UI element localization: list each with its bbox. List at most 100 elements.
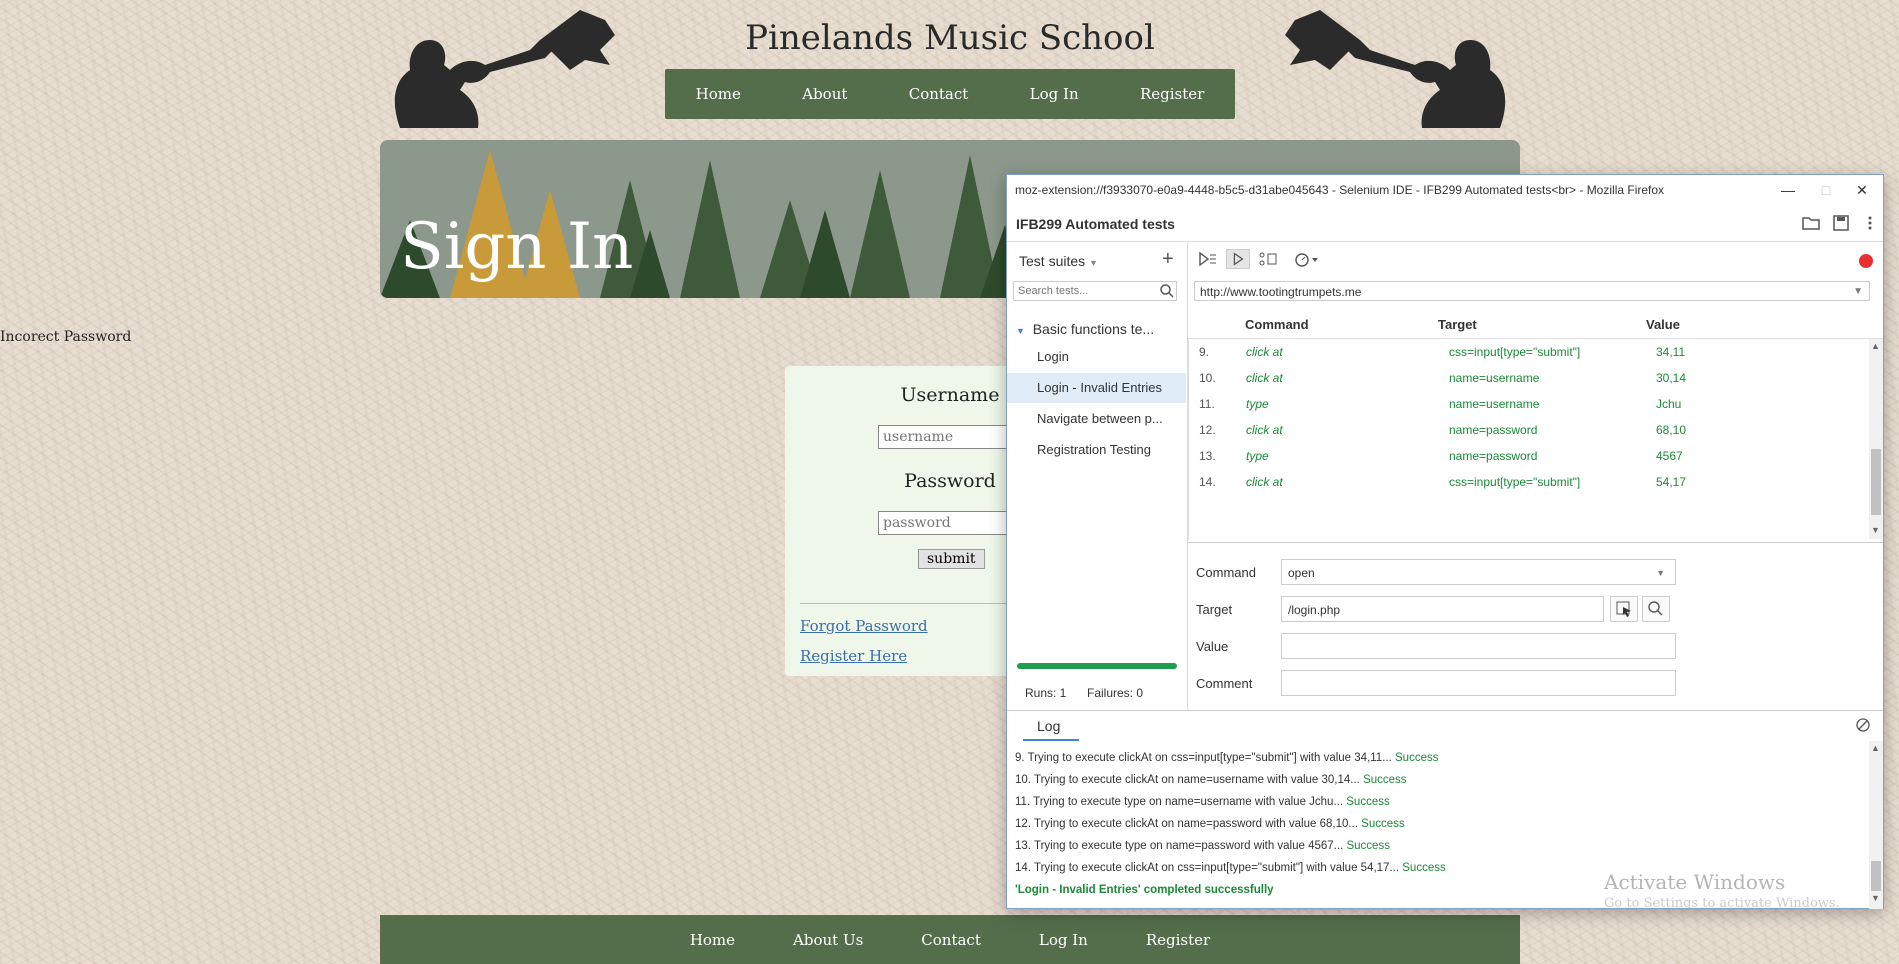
nav-home[interactable]: Home (696, 85, 741, 103)
command-row[interactable]: 11. type name=username Jchu (1189, 391, 1869, 417)
close-button[interactable]: ✕ (1847, 179, 1877, 201)
command-row[interactable]: 13. type name=password 4567 (1189, 443, 1869, 469)
add-suite-icon[interactable]: + (1162, 248, 1174, 271)
log-scrollbar[interactable]: ▲ ▼ (1869, 741, 1883, 909)
test-item-navigate[interactable]: Navigate between p... (1007, 404, 1186, 434)
value-input[interactable] (1281, 633, 1676, 659)
command-select[interactable]: open ▼ (1281, 559, 1676, 585)
scroll-thumb[interactable] (1871, 449, 1881, 515)
target-input[interactable]: /login.php (1281, 596, 1604, 622)
log-tab[interactable]: Log (1037, 718, 1060, 734)
more-menu-icon[interactable] (1865, 214, 1875, 232)
log-text: 14. Trying to execute clickAt on css=inp… (1015, 862, 1400, 874)
nav-register[interactable]: Register (1140, 85, 1204, 103)
row-target: name=username (1449, 371, 1540, 385)
log-lines: 9. Trying to execute clickAt on css=inpu… (1015, 747, 1446, 901)
log-line: 14. Trying to execute clickAt on css=inp… (1015, 857, 1446, 879)
ide-toolbar (1188, 242, 1883, 276)
value-label: Value (1196, 639, 1229, 654)
run-all-tests-icon[interactable] (1196, 249, 1220, 269)
log-line: 13. Trying to execute type on name=passw… (1015, 835, 1446, 857)
open-folder-icon[interactable] (1801, 214, 1821, 232)
command-row[interactable]: 14. click at css=input[type="submit"] 54… (1189, 469, 1869, 495)
comment-label: Comment (1196, 676, 1253, 691)
forgot-password-link[interactable]: Forgot Password (800, 617, 928, 635)
test-item-login-invalid[interactable]: Login - Invalid Entries (1007, 373, 1186, 403)
search-icon (1648, 601, 1663, 616)
row-value: 54,17 (1656, 475, 1687, 489)
footer-nav: Home About Us Contact Log In Register (380, 915, 1520, 964)
editor-main: http://www.tootingtrumpets.me ▼ Command T… (1188, 242, 1883, 710)
row-command: click at (1246, 371, 1283, 385)
log-text: 12. Trying to execute clickAt on name=pa… (1015, 818, 1358, 830)
speed-stopwatch-icon[interactable] (1292, 249, 1322, 269)
scroll-up-icon[interactable]: ▲ (1871, 743, 1880, 753)
maximize-button[interactable]: □ (1811, 179, 1841, 201)
row-command: type (1246, 449, 1269, 463)
select-element-icon (1616, 601, 1631, 617)
nav-about[interactable]: About (802, 85, 847, 103)
scroll-thumb[interactable] (1871, 861, 1881, 891)
trumpeter-logo-right (1285, 10, 1506, 128)
row-number: 13. (1199, 449, 1216, 463)
failures-count: Failures: 0 (1087, 686, 1144, 700)
scroll-up-icon[interactable]: ▲ (1871, 341, 1880, 351)
save-icon[interactable] (1831, 214, 1851, 232)
chevron-down-icon: ▼ (1089, 258, 1098, 268)
test-suites-label: Test suites (1019, 253, 1086, 269)
log-text: 11. Trying to execute type on name=usern… (1015, 796, 1344, 808)
row-number: 14. (1199, 475, 1216, 489)
find-target-button[interactable] (1642, 596, 1670, 622)
col-value: Value (1646, 317, 1680, 332)
comment-input[interactable] (1281, 670, 1676, 696)
register-here-link[interactable]: Register Here (800, 647, 907, 665)
search-tests-input[interactable] (1013, 281, 1177, 301)
log-completed-message: 'Login - Invalid Entries' completed succ… (1015, 884, 1274, 896)
error-message: Incorect Password (0, 329, 132, 345)
trumpeter-logo-left (394, 10, 615, 128)
step-over-icon[interactable] (1256, 249, 1280, 269)
activate-windows-subtext: Go to Settings to activate Windows. (1604, 896, 1840, 911)
nav-login[interactable]: Log In (1030, 85, 1079, 103)
scroll-down-icon[interactable]: ▼ (1871, 893, 1880, 903)
command-row[interactable]: 9. click at css=input[type="submit"] 34,… (1189, 339, 1869, 365)
dropdown-arrow-icon: ▼ (1853, 286, 1863, 297)
footer-login[interactable]: Log In (1039, 931, 1088, 949)
row-command: click at (1246, 423, 1283, 437)
banner-title: Sign In (400, 210, 634, 284)
footer-register[interactable]: Register (1146, 931, 1210, 949)
base-url-select[interactable]: http://www.tootingtrumpets.me ▼ (1194, 281, 1870, 301)
log-text: 13. Trying to execute type on name=passw… (1015, 840, 1344, 852)
log-line: 9. Trying to execute clickAt on css=inpu… (1015, 747, 1446, 769)
suite-name: Basic functions te... (1032, 321, 1155, 337)
select-target-button[interactable] (1610, 596, 1638, 622)
footer-about-us[interactable]: About Us (793, 931, 863, 949)
clear-log-icon[interactable] (1855, 717, 1871, 733)
log-status: Success (1346, 840, 1390, 852)
command-row[interactable]: 12. click at name=password 68,10 (1189, 417, 1869, 443)
ide-header: IFB299 Automated tests (1007, 205, 1883, 242)
scroll-down-icon[interactable]: ▼ (1871, 525, 1880, 535)
log-line: 12. Trying to execute clickAt on name=pa… (1015, 813, 1446, 835)
search-icon (1160, 284, 1174, 298)
command-row[interactable]: 10. click at name=username 30,14 (1189, 365, 1869, 391)
test-item-registration[interactable]: Registration Testing (1007, 435, 1186, 465)
test-suites-dropdown[interactable]: Test suites ▼ (1019, 253, 1098, 269)
row-target: name=password (1449, 449, 1538, 463)
suite-folder[interactable]: ▼ Basic functions te... (1016, 321, 1154, 337)
expand-arrow-icon: ▼ (1016, 326, 1025, 336)
row-command: click at (1246, 345, 1283, 359)
test-item-login[interactable]: Login (1007, 342, 1186, 372)
footer-contact[interactable]: Contact (921, 931, 981, 949)
submit-button[interactable]: submit (918, 549, 985, 569)
dropdown-arrow-icon: ▼ (1656, 568, 1665, 578)
record-button[interactable] (1859, 254, 1873, 268)
log-line: 10. Trying to execute clickAt on name=us… (1015, 769, 1446, 791)
minimize-button[interactable]: — (1773, 179, 1803, 201)
nav-contact[interactable]: Contact (909, 85, 969, 103)
commands-scrollbar[interactable]: ▲ ▼ (1869, 339, 1883, 539)
run-current-test-icon[interactable] (1226, 249, 1250, 269)
footer-home[interactable]: Home (690, 931, 735, 949)
divider (800, 603, 1015, 604)
row-target: css=input[type="submit"] (1449, 475, 1581, 489)
